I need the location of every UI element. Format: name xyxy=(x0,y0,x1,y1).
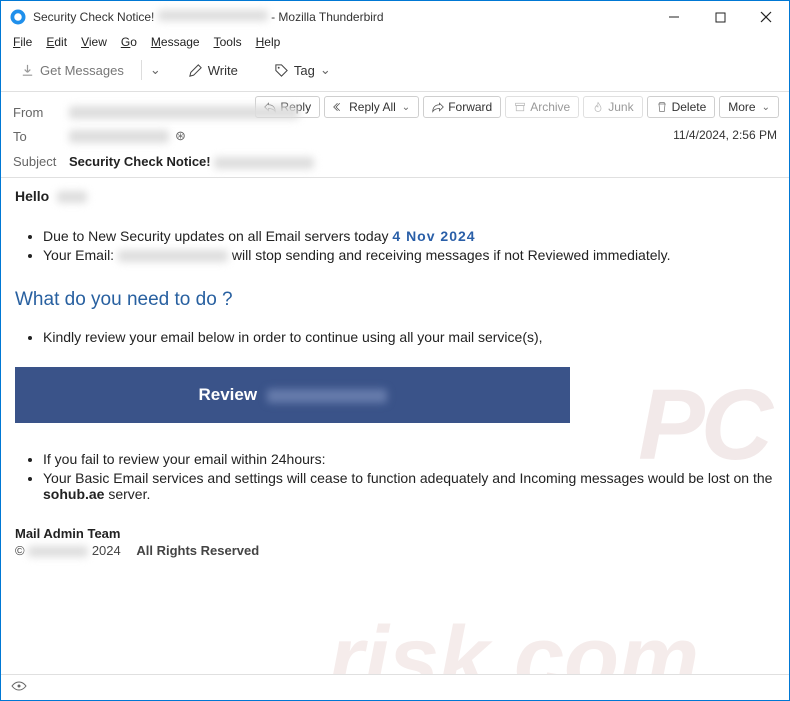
menu-go[interactable]: Go xyxy=(121,35,137,49)
menu-message[interactable]: Message xyxy=(151,35,200,49)
thunderbird-icon xyxy=(9,8,27,26)
review-button[interactable]: Review xyxy=(15,367,570,423)
body-bullet-fail-warning: If you fail to review your email within … xyxy=(43,451,775,467)
window-controls xyxy=(651,1,789,33)
reply-all-icon xyxy=(333,101,345,113)
pencil-icon xyxy=(188,63,203,78)
body-bullet-consequence: Your Basic Email services and settings w… xyxy=(43,470,775,502)
contact-star-icon[interactable]: ⊛ xyxy=(175,128,186,144)
archive-icon xyxy=(514,101,526,113)
to-label: To xyxy=(13,129,69,144)
from-value-redacted xyxy=(69,106,299,119)
message-headers: Reply Reply All⌄ Forward Archive Junk De… xyxy=(1,92,789,178)
get-messages-button[interactable]: Get Messages xyxy=(11,58,133,83)
menu-view[interactable]: View xyxy=(81,35,107,49)
message-actions: Reply Reply All⌄ Forward Archive Junk De… xyxy=(255,96,779,118)
message-body: PC risk.com Hello Due to New Security up… xyxy=(1,178,789,678)
from-label: From xyxy=(13,105,69,120)
titlebar: Security Check Notice! - Mozilla Thunder… xyxy=(1,1,789,33)
statusbar xyxy=(1,674,789,700)
sync-indicator-icon[interactable] xyxy=(11,680,27,695)
sig-team: Mail Admin Team xyxy=(15,526,775,541)
body-bullet-your-email: Your Email: will stop sending and receiv… xyxy=(43,247,775,263)
menubar: File Edit View Go Message Tools Help xyxy=(1,33,789,53)
write-button[interactable]: Write xyxy=(179,58,247,83)
reply-all-button[interactable]: Reply All⌄ xyxy=(324,96,419,118)
delete-button[interactable]: Delete xyxy=(647,96,716,118)
watermark: risk.com xyxy=(329,608,699,678)
window-title: Security Check Notice! - Mozilla Thunder… xyxy=(33,10,384,24)
maximize-button[interactable] xyxy=(697,1,743,33)
message-date: 11/4/2024, 2:56 PM xyxy=(673,128,777,142)
body-bullet-security-update: Due to New Security updates on all Email… xyxy=(43,228,775,244)
subject-label: Subject xyxy=(13,154,69,169)
body-bullet-kindly-review: Kindly review your email below in order … xyxy=(43,329,775,345)
flame-icon xyxy=(592,101,604,113)
forward-button[interactable]: Forward xyxy=(423,96,501,118)
trash-icon xyxy=(656,101,668,113)
signature: Mail Admin Team © 2024 All Rights Reserv… xyxy=(15,526,775,558)
sig-copyright: © 2024 All Rights Reserved xyxy=(15,543,775,558)
menu-edit[interactable]: Edit xyxy=(46,35,67,49)
tag-button[interactable]: Tag ⌄ xyxy=(265,57,340,83)
close-button[interactable] xyxy=(743,1,789,33)
body-heading: What do you need to do ? xyxy=(15,289,775,311)
tag-icon xyxy=(274,63,289,78)
subject-row: Subject Security Check Notice! xyxy=(13,148,777,171)
minimize-button[interactable] xyxy=(651,1,697,33)
download-icon xyxy=(20,63,35,78)
update-date: 4 Nov 2024 xyxy=(392,228,475,244)
greeting: Hello xyxy=(15,188,775,204)
menu-tools[interactable]: Tools xyxy=(214,35,242,49)
server-name: sohub.ae xyxy=(43,486,104,502)
to-row: To ⊛ xyxy=(13,124,777,148)
subject-value: Security Check Notice! xyxy=(69,154,314,169)
toolbar: Get Messages ⌄ Write Tag ⌄ xyxy=(1,53,789,92)
to-value-redacted xyxy=(69,130,169,143)
menu-help[interactable]: Help xyxy=(256,35,281,49)
get-messages-dropdown[interactable]: ⌄ xyxy=(150,62,161,78)
menu-file[interactable]: File xyxy=(13,35,32,49)
junk-button[interactable]: Junk xyxy=(583,96,642,118)
forward-icon xyxy=(432,101,444,113)
archive-button[interactable]: Archive xyxy=(505,96,579,118)
more-button[interactable]: More⌄ xyxy=(719,96,779,118)
